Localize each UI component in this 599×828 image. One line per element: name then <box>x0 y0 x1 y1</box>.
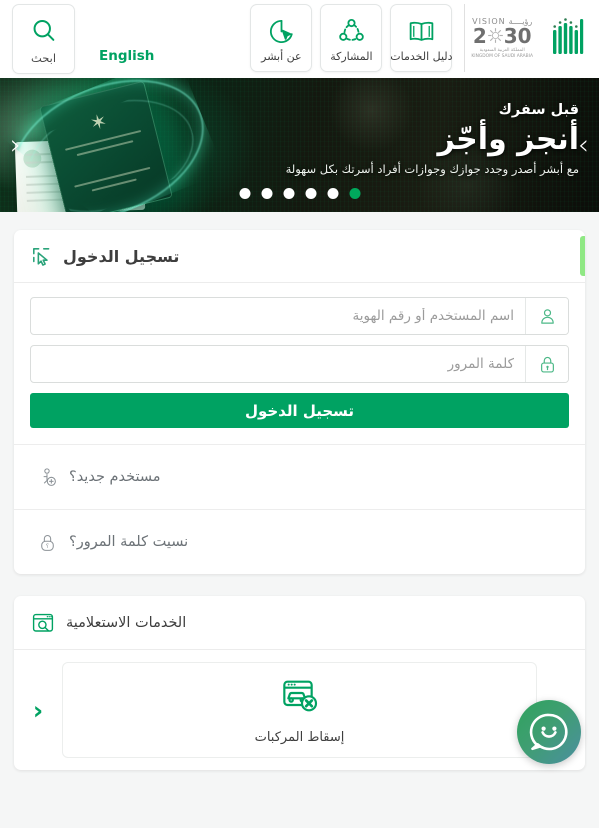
svg-text:؟: ؟ <box>45 543 48 550</box>
forgot-password-link-row[interactable]: نسيت كلمة المرور؟ ؟ <box>14 509 585 574</box>
vision-star-icon <box>487 28 503 44</box>
banner-dot[interactable] <box>327 188 338 199</box>
inquiry-services-header: الخدمات الاستعلامية <box>14 596 585 650</box>
login-card-title: تسجيل الدخول <box>63 246 180 266</box>
nav-tile-participation-label: المشاركة <box>330 50 373 63</box>
banner-next-button[interactable]: › <box>578 131 589 159</box>
absher-logo[interactable] <box>547 4 591 72</box>
cursor-circle-icon <box>267 13 296 49</box>
absher-logo-icon <box>553 18 584 54</box>
login-card: تسجيل الدخول اسم المستخدم أو رقم الهوية … <box>14 230 585 574</box>
banner-prev-button[interactable]: ‹ <box>10 131 21 159</box>
nav-tile-participation[interactable]: المشاركة <box>320 4 383 72</box>
inquiry-services-card: الخدمات الاستعلامية › <box>14 596 585 770</box>
site-header: ابحث English عن أبشر المشاركة دليل الخدم… <box>0 0 599 78</box>
inquiry-services-title: الخدمات الاستعلامية <box>66 614 187 631</box>
vision-logo-year: 2 30 <box>472 23 532 48</box>
nav-tile-services-guide-label: دليل الخدمات <box>390 50 453 63</box>
login-card-header: تسجيل الدخول <box>14 230 585 283</box>
vision-kingdom-ar: المملكة العربية السعودية <box>479 47 525 53</box>
banner-dots <box>239 188 360 199</box>
banner-kicker: قبل سفرك <box>498 102 579 118</box>
nav-tile-services-guide[interactable]: دليل الخدمات <box>390 4 453 72</box>
search-button[interactable]: ابحث <box>12 4 75 74</box>
service-card-vehicle-deletion[interactable]: إسقاط المركبات <box>62 662 537 758</box>
banner-dot-active[interactable] <box>349 188 360 199</box>
password-input[interactable] <box>31 346 525 382</box>
banner-dot[interactable] <box>261 188 272 199</box>
password-field-wrapper <box>30 345 569 383</box>
lock-icon <box>525 346 568 382</box>
select-cursor-icon <box>28 246 54 267</box>
main-content: تسجيل الدخول اسم المستخدم أو رقم الهوية … <box>0 212 599 770</box>
vehicle-delete-icon <box>280 676 320 720</box>
search-button-label: ابحث <box>30 51 57 65</box>
language-toggle-link[interactable]: English <box>99 48 154 64</box>
services-prev-button[interactable]: ‹ <box>14 650 62 770</box>
banner-dot[interactable] <box>305 188 316 199</box>
vision-kingdom-en: KINGDOM OF SAUDI ARABIA <box>471 53 533 59</box>
services-carousel: › إسقاط المركبات <box>14 650 585 770</box>
banner-dot[interactable] <box>239 188 250 199</box>
banner-dot[interactable] <box>283 188 294 199</box>
header-left-group: ابحث English <box>0 0 154 78</box>
chatbot-avatar-icon <box>529 713 568 751</box>
lock-question-icon: ؟ <box>34 532 60 553</box>
nav-tile-about-absher[interactable]: عن أبشر <box>250 4 313 72</box>
header-right-group: عن أبشر المشاركة دليل الخدمات VISION رؤي… <box>250 0 599 72</box>
banner-subtitle: مع أبشر أصدر وجدد جوازك وجوازات أفراد أس… <box>285 162 579 177</box>
share-network-icon <box>337 13 366 49</box>
service-card-label: إسقاط المركبات <box>254 729 345 745</box>
banner-title: أنجز وأجّز <box>437 122 580 158</box>
new-user-link-row[interactable]: مستخدم جديد؟ <box>14 444 585 509</box>
nav-tile-about-absher-label: عن أبشر <box>261 50 302 63</box>
window-search-icon <box>30 611 56 635</box>
banner-text-block: قبل سفرك أنجز وأجّز مع أبشر أصدر وجدد جو… <box>285 102 580 177</box>
username-field-wrapper <box>30 297 569 335</box>
login-submit-button[interactable]: تسجيل الدخول <box>30 393 569 428</box>
hero-banner-carousel: ✶ قبل سفرك أنجز وأجّز مع أبشر أصدر وجدد … <box>0 78 599 212</box>
login-card-accent-bar <box>580 236 585 276</box>
forgot-password-link-label: نسيت كلمة المرور؟ <box>69 534 189 550</box>
chatbot-launcher-button[interactable] <box>517 700 581 764</box>
vision-2030-logo: VISION رؤيــــة 2 30 المملكة العربية الس… <box>464 4 539 72</box>
new-user-link-label: مستخدم جديد؟ <box>69 469 161 485</box>
book-icon <box>407 13 436 49</box>
user-add-icon <box>34 467 60 488</box>
user-icon <box>525 298 568 334</box>
login-form: تسجيل الدخول <box>14 283 585 444</box>
search-icon <box>30 13 58 49</box>
username-input[interactable] <box>31 298 525 334</box>
